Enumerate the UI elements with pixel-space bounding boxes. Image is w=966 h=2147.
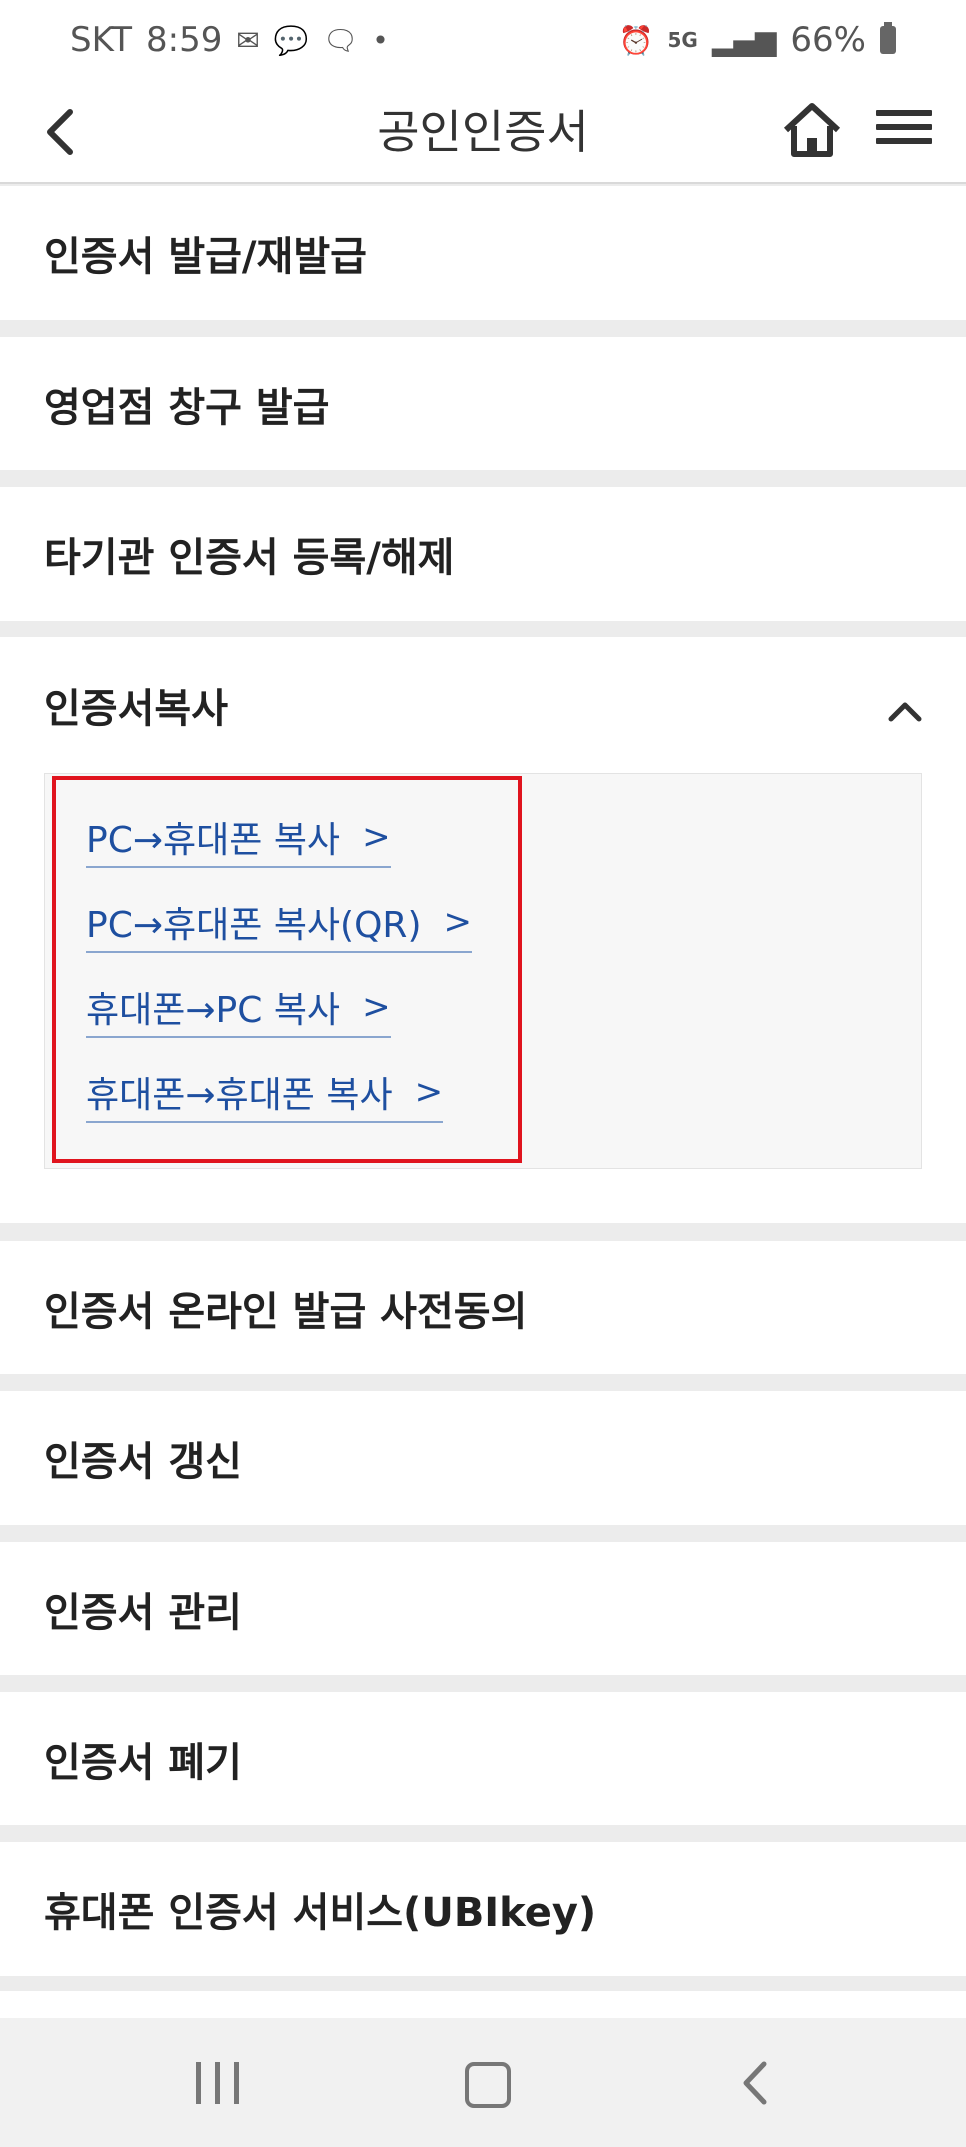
sub-link-label: PC→휴대폰 복사(QR) bbox=[86, 905, 422, 946]
system-nav-bar bbox=[0, 2018, 966, 2147]
menu-item-label: 인증서 폐기 bbox=[44, 1739, 242, 1786]
chevron-up-icon[interactable] bbox=[885, 689, 925, 722]
menu-item-manage[interactable]: 인증서 관리 bbox=[0, 1542, 966, 1675]
time-label: 8:59 bbox=[146, 20, 223, 60]
network-icon: 5G bbox=[667, 28, 698, 52]
chevron-right-icon: > bbox=[362, 817, 391, 857]
talk-icon: 🗨 bbox=[322, 23, 359, 57]
carrier-label: SKT bbox=[70, 20, 133, 60]
hamburger-menu-icon[interactable] bbox=[876, 104, 932, 160]
sub-link-pc-to-phone[interactable]: PC→휴대폰 복사 > bbox=[86, 808, 391, 868]
menu-item-partial bbox=[0, 1991, 966, 2018]
battery-icon bbox=[880, 22, 896, 54]
dot-icon: • bbox=[372, 23, 389, 57]
menu-item-online-consent[interactable]: 인증서 온라인 발급 사전동의 bbox=[0, 1241, 966, 1374]
signal-icon: ▂▄▆ bbox=[711, 23, 777, 57]
status-bar: SKT 8:59 ✉ 💬 🗨 • ⏰ 5G ▂▄▆ 66% bbox=[0, 0, 966, 80]
mail-icon: ✉ bbox=[236, 23, 260, 57]
recents-icon[interactable] bbox=[196, 2062, 240, 2104]
menu-item-other-institution[interactable]: 타기관 인증서 등록/해제 bbox=[0, 487, 966, 621]
message-icon: 💬 bbox=[273, 23, 309, 57]
chevron-right-icon: > bbox=[362, 987, 391, 1027]
alarm-icon: ⏰ bbox=[618, 23, 654, 57]
back-nav-icon[interactable] bbox=[738, 2060, 772, 2106]
sub-link-phone-to-phone[interactable]: 휴대폰→휴대폰 복사 > bbox=[86, 1063, 444, 1123]
menu-item-issue[interactable]: 인증서 발급/재발급 bbox=[0, 186, 966, 320]
menu-item-branch-issue[interactable]: 영업점 창구 발급 bbox=[0, 337, 966, 470]
status-left: SKT 8:59 ✉ 💬 🗨 • bbox=[70, 20, 389, 60]
menu-item-label: 휴대폰 인증서 서비스(UBIkey) bbox=[44, 1890, 597, 1936]
chevron-right-icon: > bbox=[414, 1072, 444, 1112]
sub-link-label: PC→휴대폰 복사 bbox=[86, 820, 341, 861]
sub-link-label: 휴대폰→휴대폰 복사 bbox=[86, 1075, 393, 1116]
menu-item-label: 타기관 인증서 등록/해제 bbox=[44, 535, 455, 581]
menu-item-label: 인증서 발급/재발급 bbox=[44, 234, 367, 280]
sub-link-phone-to-pc[interactable]: 휴대폰→PC 복사 > bbox=[86, 978, 391, 1038]
menu-item-label: 영업점 창구 발급 bbox=[44, 384, 330, 431]
menu-item-label: 인증서 온라인 발급 사전동의 bbox=[44, 1288, 528, 1335]
menu-item-revoke[interactable]: 인증서 폐기 bbox=[0, 1692, 966, 1825]
back-arrow-icon[interactable] bbox=[30, 100, 94, 164]
chevron-right-icon: > bbox=[443, 902, 473, 942]
menu-item-label: 인증서 관리 bbox=[44, 1589, 242, 1636]
home-nav-icon[interactable] bbox=[465, 2062, 511, 2108]
menu-item-label: 인증서복사 bbox=[44, 686, 228, 732]
status-right: ⏰ 5G ▂▄▆ 66% bbox=[619, 20, 896, 60]
menu-item-label: 인증서 갱신 bbox=[44, 1439, 242, 1485]
sub-link-pc-to-phone-qr[interactable]: PC→휴대폰 복사(QR) > bbox=[86, 893, 472, 953]
battery-percent: 66% bbox=[790, 20, 866, 60]
sub-link-label: 휴대폰→PC 복사 bbox=[86, 990, 341, 1031]
app-header: 공인인증서 bbox=[0, 80, 966, 184]
menu-item-renew[interactable]: 인증서 갱신 bbox=[0, 1391, 966, 1525]
menu-item-cert-copy[interactable]: 인증서복사 bbox=[0, 637, 966, 773]
home-icon[interactable] bbox=[780, 96, 844, 166]
menu-item-ubikey[interactable]: 휴대폰 인증서 서비스(UBIkey) bbox=[0, 1842, 966, 1976]
